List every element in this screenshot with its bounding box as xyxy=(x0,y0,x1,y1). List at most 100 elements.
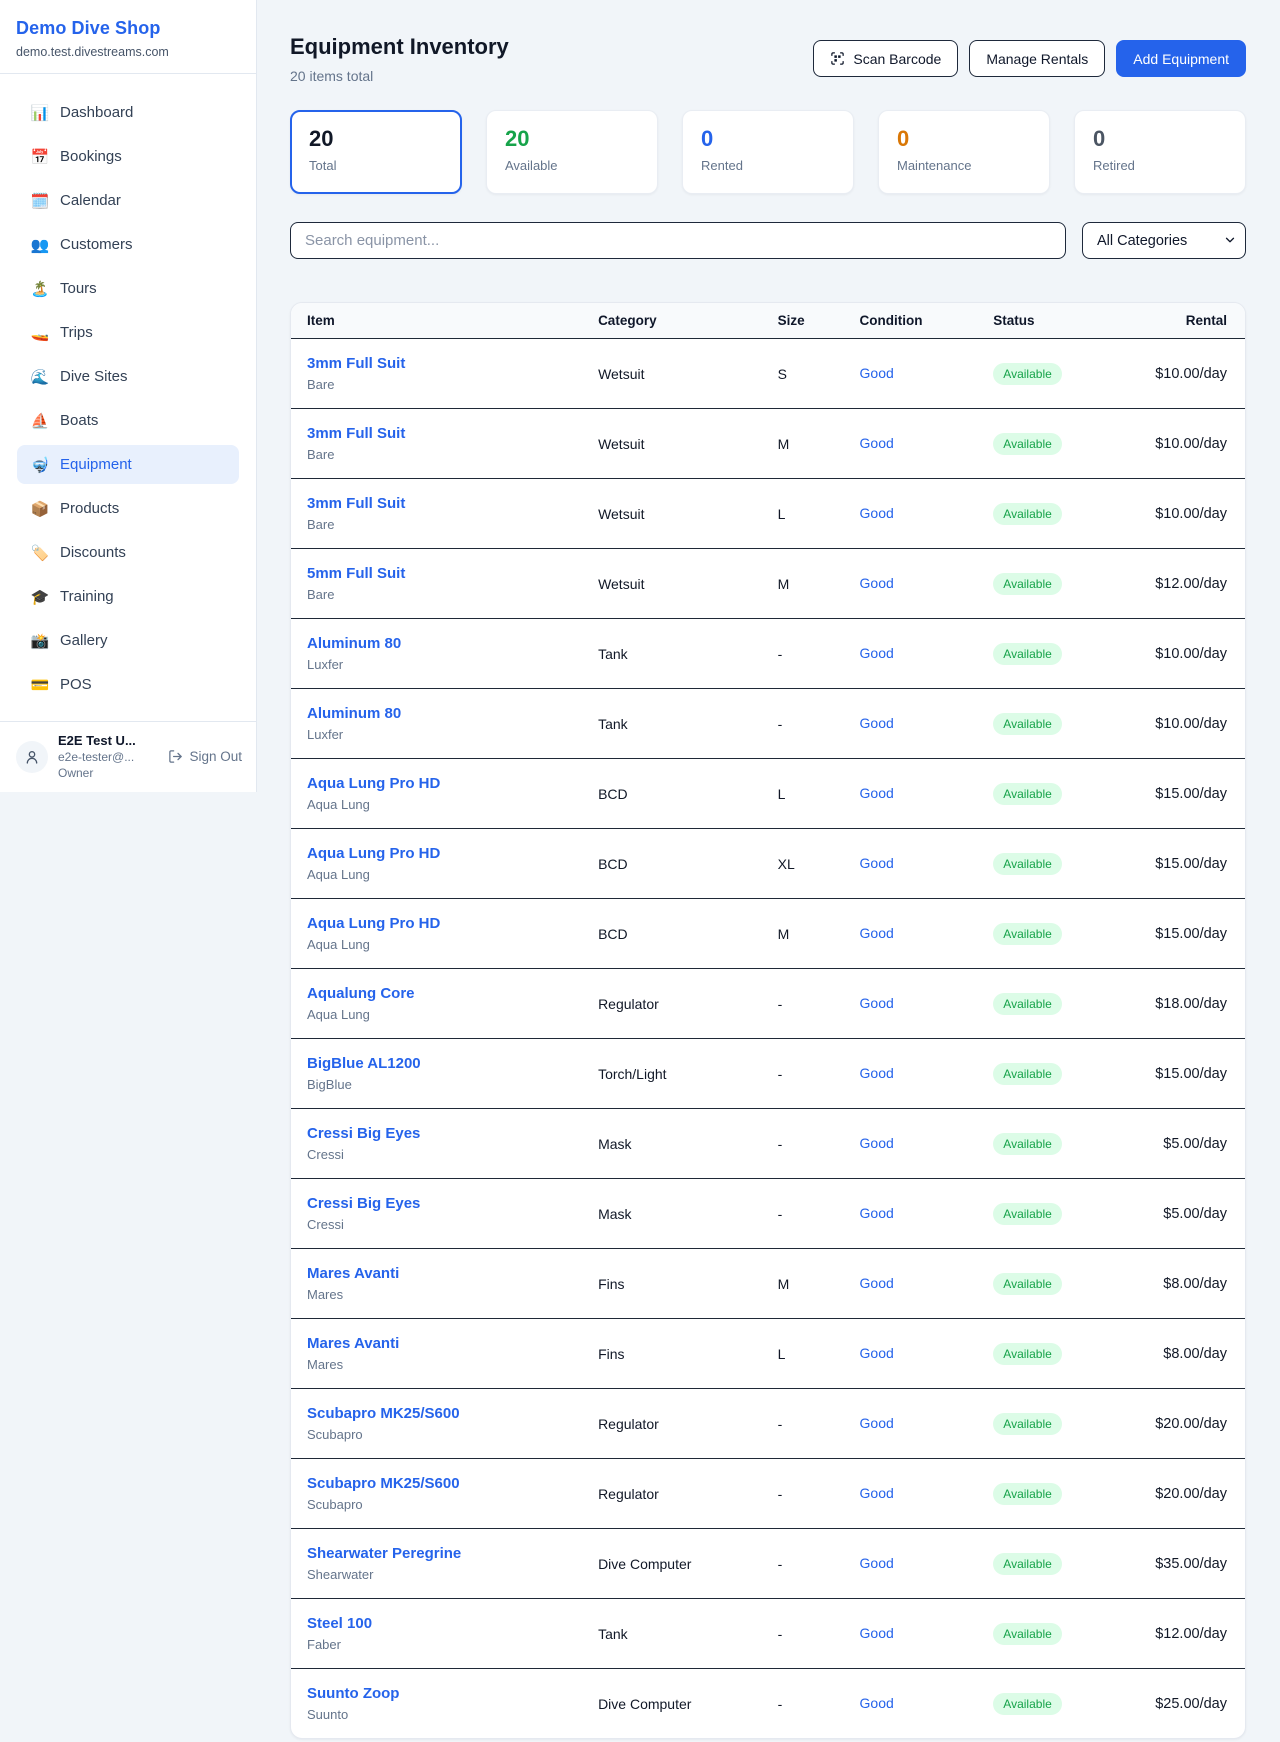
item-name-link[interactable]: Mares Avanti xyxy=(307,1334,566,1353)
add-equipment-button[interactable]: Add Equipment xyxy=(1116,40,1246,77)
item-category: Tank xyxy=(582,689,762,759)
stat-card-total[interactable]: 20 Total xyxy=(290,110,462,194)
sidebar-item-products[interactable]: 📦 Products xyxy=(17,489,239,528)
sidebar-item-gallery[interactable]: 📸 Gallery xyxy=(17,621,239,660)
condition-link[interactable]: Good xyxy=(860,1415,894,1431)
camera-icon: 📸 xyxy=(30,632,50,650)
condition-link[interactable]: Good xyxy=(860,1625,894,1641)
condition-link[interactable]: Good xyxy=(860,575,894,591)
condition-link[interactable]: Good xyxy=(860,1345,894,1361)
status-badge: Available xyxy=(993,363,1061,385)
item-name-link[interactable]: 3mm Full Suit xyxy=(307,424,566,443)
search-input[interactable] xyxy=(290,222,1066,259)
condition-link[interactable]: Good xyxy=(860,925,894,941)
condition-link[interactable]: Good xyxy=(860,715,894,731)
scan-barcode-button[interactable]: Scan Barcode xyxy=(813,40,958,77)
sign-out-button[interactable]: Sign Out xyxy=(168,749,242,764)
item-rental-rate: $18.00/day xyxy=(1127,969,1245,1039)
item-brand: Scubapro xyxy=(307,1497,566,1513)
item-size: L xyxy=(762,1319,844,1389)
graduation-cap-icon: 🎓 xyxy=(30,588,50,606)
stat-card-rented[interactable]: 0 Rented xyxy=(682,110,854,194)
item-name-link[interactable]: Suunto Zoop xyxy=(307,1684,566,1703)
manage-rentals-button[interactable]: Manage Rentals xyxy=(969,40,1105,77)
category-select[interactable]: All Categories xyxy=(1082,222,1246,259)
item-name-link[interactable]: Scubapro MK25/S600 xyxy=(307,1404,566,1423)
island-icon: 🏝️ xyxy=(30,280,50,298)
sidebar-item-boats[interactable]: ⛵ Boats xyxy=(17,401,239,440)
page-header: Equipment Inventory 20 items total Scan … xyxy=(290,34,1246,84)
sidebar-item-bookings[interactable]: 📅 Bookings xyxy=(17,137,239,176)
item-name-link[interactable]: Aqua Lung Pro HD xyxy=(307,844,566,863)
item-name-link[interactable]: BigBlue AL1200 xyxy=(307,1054,566,1073)
status-badge: Available xyxy=(993,1063,1061,1085)
user-name: E2E Test U... xyxy=(58,733,158,748)
item-name-link[interactable]: Aqua Lung Pro HD xyxy=(307,774,566,793)
sidebar-item-trips[interactable]: 🚤 Trips xyxy=(17,313,239,352)
item-name-link[interactable]: Steel 100 xyxy=(307,1614,566,1633)
condition-link[interactable]: Good xyxy=(860,1555,894,1571)
item-name-link[interactable]: Aqua Lung Pro HD xyxy=(307,914,566,933)
item-size: - xyxy=(762,1039,844,1109)
user-block: E2E Test U... e2e-tester@... Owner Sign … xyxy=(0,721,256,792)
brand-link[interactable]: Demo Dive Shop xyxy=(16,18,240,39)
sidebar-item-dashboard[interactable]: 📊 Dashboard xyxy=(17,93,239,132)
condition-link[interactable]: Good xyxy=(860,1135,894,1151)
table-row: Cressi Big Eyes Cressi Mask - Good Avail… xyxy=(291,1109,1245,1179)
stat-card-maintenance[interactable]: 0 Maintenance xyxy=(878,110,1050,194)
item-rental-rate: $12.00/day xyxy=(1127,1599,1245,1669)
item-name-link[interactable]: Cressi Big Eyes xyxy=(307,1124,566,1143)
item-name-link[interactable]: Shearwater Peregrine xyxy=(307,1544,566,1563)
item-name-link[interactable]: 5mm Full Suit xyxy=(307,564,566,583)
condition-link[interactable]: Good xyxy=(860,1205,894,1221)
status-badge: Available xyxy=(993,573,1061,595)
item-size: S xyxy=(762,339,844,409)
sidebar-item-tours[interactable]: 🏝️ Tours xyxy=(17,269,239,308)
item-size: XL xyxy=(762,829,844,899)
header-actions: Scan Barcode Manage Rentals Add Equipmen… xyxy=(813,40,1246,84)
item-brand: Aqua Lung xyxy=(307,937,566,953)
item-name-link[interactable]: 3mm Full Suit xyxy=(307,354,566,373)
item-name-link[interactable]: Aluminum 80 xyxy=(307,704,566,723)
item-name-link[interactable]: Scubapro MK25/S600 xyxy=(307,1474,566,1493)
item-rental-rate: $10.00/day xyxy=(1127,409,1245,479)
item-name-link[interactable]: 3mm Full Suit xyxy=(307,494,566,513)
item-name-link[interactable]: Aqualung Core xyxy=(307,984,566,1003)
sidebar-item-customers[interactable]: 👥 Customers xyxy=(17,225,239,264)
sidebar-item-dive-sites[interactable]: 🌊 Dive Sites xyxy=(17,357,239,396)
condition-link[interactable]: Good xyxy=(860,785,894,801)
status-badge: Available xyxy=(993,923,1061,945)
item-rental-rate: $25.00/day xyxy=(1127,1669,1245,1739)
item-rental-rate: $15.00/day xyxy=(1127,759,1245,829)
condition-link[interactable]: Good xyxy=(860,645,894,661)
condition-link[interactable]: Good xyxy=(860,365,894,381)
user-email: e2e-tester@... xyxy=(58,750,158,764)
item-name-link[interactable]: Aluminum 80 xyxy=(307,634,566,653)
condition-link[interactable]: Good xyxy=(860,855,894,871)
condition-link[interactable]: Good xyxy=(860,1695,894,1711)
condition-link[interactable]: Good xyxy=(860,1485,894,1501)
sidebar-item-equipment[interactable]: 🤿 Equipment xyxy=(17,445,239,484)
table-body: 3mm Full Suit Bare Wetsuit S Good Availa… xyxy=(291,339,1245,1739)
status-badge: Available xyxy=(993,1623,1061,1645)
condition-link[interactable]: Good xyxy=(860,1275,894,1291)
item-category: Regulator xyxy=(582,969,762,1039)
col-header-rental: Rental xyxy=(1127,303,1245,339)
item-brand: Mares xyxy=(307,1357,566,1373)
stat-card-retired[interactable]: 0 Retired xyxy=(1074,110,1246,194)
item-category: Fins xyxy=(582,1249,762,1319)
item-brand: Bare xyxy=(307,447,566,463)
sidebar-item-calendar[interactable]: 🗓️ Calendar xyxy=(17,181,239,220)
sidebar-item-training[interactable]: 🎓 Training xyxy=(17,577,239,616)
condition-link[interactable]: Good xyxy=(860,505,894,521)
sidebar-item-pos[interactable]: 💳 POS xyxy=(17,665,239,704)
sidebar-item-discounts[interactable]: 🏷️ Discounts xyxy=(17,533,239,572)
stat-card-available[interactable]: 20 Available xyxy=(486,110,658,194)
item-name-link[interactable]: Mares Avanti xyxy=(307,1264,566,1283)
condition-link[interactable]: Good xyxy=(860,995,894,1011)
condition-link[interactable]: Good xyxy=(860,435,894,451)
person-icon xyxy=(24,749,40,765)
condition-link[interactable]: Good xyxy=(860,1065,894,1081)
item-name-link[interactable]: Cressi Big Eyes xyxy=(307,1194,566,1213)
avatar xyxy=(16,741,48,773)
